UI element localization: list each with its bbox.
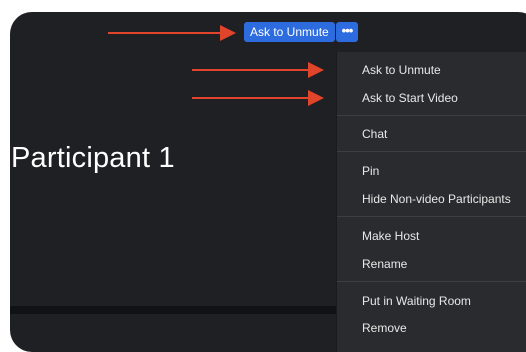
annotation-arrows: [108, 25, 324, 106]
